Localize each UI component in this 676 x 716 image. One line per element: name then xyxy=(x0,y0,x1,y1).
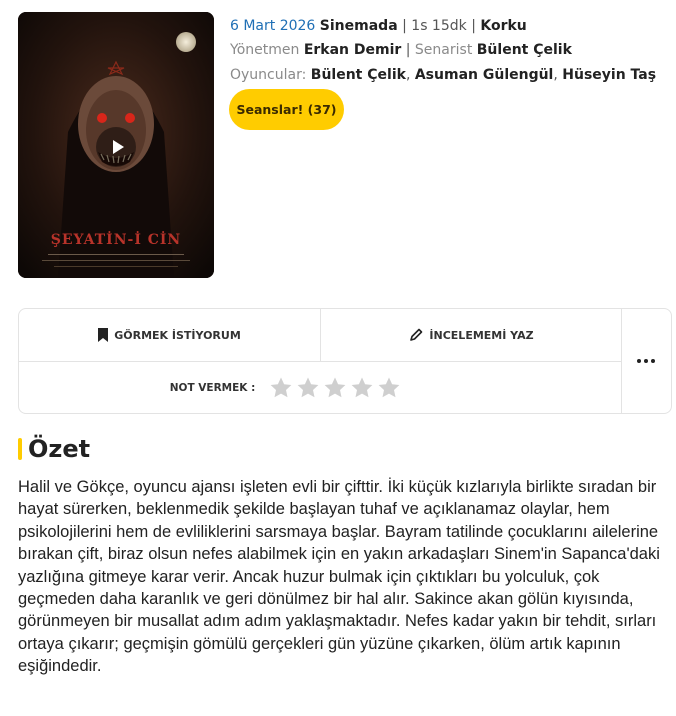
summary-text: Halil ve Gökçe, oyuncu ajansı işleten ev… xyxy=(18,478,660,676)
bookmark-icon xyxy=(98,328,109,342)
director-label: Yönetmen xyxy=(230,42,300,58)
rating-stars xyxy=(269,376,401,400)
more-icon xyxy=(637,359,641,363)
star-icon[interactable] xyxy=(296,376,320,400)
star-icon[interactable] xyxy=(350,376,374,400)
movie-meta: 6 Mart 2026 Sinemada | 1s 15dk | Korku Y… xyxy=(230,16,666,89)
cast-line: Oyuncular: Bülent Çelik, Asuman Gülengül… xyxy=(230,67,657,83)
director-link[interactable]: Erkan Demir xyxy=(304,42,401,58)
play-icon xyxy=(112,140,124,154)
star-icon[interactable] xyxy=(323,376,347,400)
want-to-watch-label: GÖRMEK İSTİYORUM xyxy=(114,328,241,342)
rate-label: NOT VERMEK : xyxy=(169,381,256,394)
duration: 1s 15dk xyxy=(411,18,467,34)
writer-link[interactable]: Bülent Çelik xyxy=(477,42,572,58)
star-icon[interactable] xyxy=(377,376,401,400)
release-status: Sinemada xyxy=(319,18,398,34)
cast-label: Oyuncular: xyxy=(230,67,307,83)
play-trailer-button[interactable] xyxy=(96,127,136,167)
crew-line: Yönetmen Erkan Demir | Senarist Bülent Ç… xyxy=(230,42,572,58)
more-options-button[interactable] xyxy=(621,309,671,413)
star-icon[interactable] xyxy=(269,376,293,400)
cast-link[interactable]: Bülent Çelik xyxy=(311,67,406,83)
write-review-label: İNCELEMEMİ YAZ xyxy=(429,328,534,342)
summary-title: Özet xyxy=(28,435,91,463)
release-date[interactable]: 6 Mart 2026 xyxy=(230,18,315,34)
rating-row: NOT VERMEK : xyxy=(19,362,622,413)
summary-header: Özet xyxy=(18,435,90,463)
genre-link[interactable]: Korku xyxy=(480,18,526,34)
pencil-icon xyxy=(410,328,423,341)
cast-link[interactable]: Hüseyin Taş xyxy=(562,67,656,83)
sessions-button[interactable]: Seanslar! (37) xyxy=(229,89,344,130)
poster-title: ŞEYATİN-İ CİN xyxy=(51,229,181,248)
write-review-button[interactable]: İNCELEMEMİ YAZ xyxy=(320,309,622,361)
user-actions: GÖRMEK İSTİYORUM İNCELEMEMİ YAZ NOT VERM… xyxy=(18,308,672,414)
cast-link[interactable]: Asuman Gülengül xyxy=(415,67,554,83)
want-to-watch-button[interactable]: GÖRMEK İSTİYORUM xyxy=(19,309,320,361)
writer-label: Senarist xyxy=(414,42,473,58)
movie-poster[interactable]: ŞEYATİN-İ CİN xyxy=(18,12,214,278)
summary-accent-bar xyxy=(18,438,22,460)
release-line: 6 Mart 2026 Sinemada | 1s 15dk | Korku xyxy=(230,18,527,34)
